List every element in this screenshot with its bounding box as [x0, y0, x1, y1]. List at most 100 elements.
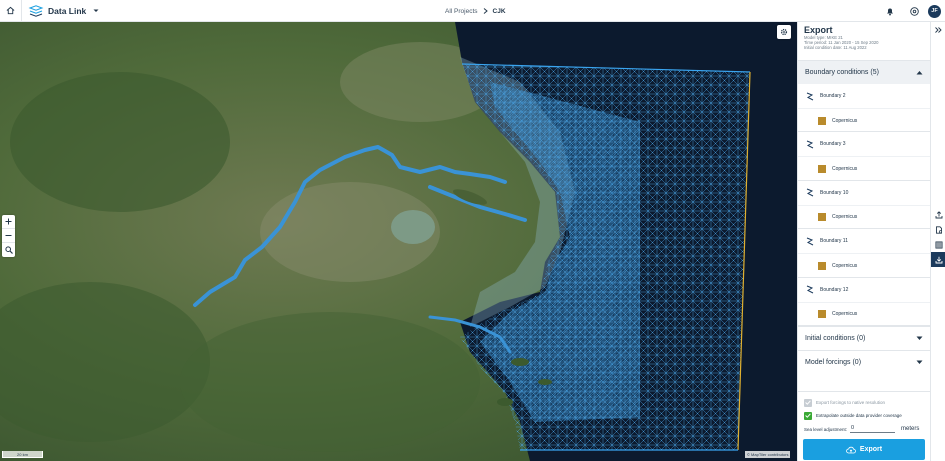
boundary-line-icon: [806, 140, 814, 149]
initial-condition-date: Initial condition date: 11 Aug 2022: [804, 45, 867, 51]
export-tool-button[interactable]: [931, 252, 945, 267]
boundary-line-icon: [806, 92, 814, 100]
export-panel: Export Model type: MIKE 21 Time period: …: [797, 22, 931, 461]
boundary-row[interactable]: Boundary 11: [798, 229, 930, 253]
list-item: Boundary 10 Copernicus: [798, 181, 930, 230]
map-settings-button[interactable]: [777, 25, 791, 39]
right-toolbar: [930, 22, 945, 461]
help-button[interactable]: [902, 0, 926, 22]
breadcrumb-all-projects[interactable]: All Projects: [445, 8, 478, 15]
sea-level-label: Sea level adjustment:: [804, 426, 848, 432]
app-name: Data Link: [48, 5, 87, 16]
model-forcings-label: Model forcings (0): [805, 359, 862, 366]
boundary-row[interactable]: Boundary 2: [798, 84, 930, 108]
chevron-down-icon: [916, 360, 923, 364]
boundary-conditions-label: Boundary conditions (5): [805, 69, 879, 76]
export-options: Export forcings to native resolution Ext…: [798, 391, 931, 461]
map-attribution[interactable]: © MapTiler contributors: [745, 451, 791, 458]
boundary-line-icon: [806, 188, 814, 197]
bell-icon: [887, 8, 893, 15]
gear-icon: [780, 28, 788, 36]
chevron-up-icon: [916, 71, 923, 75]
stack-icon: [935, 241, 943, 249]
data-source-label: Copernicus: [832, 165, 858, 172]
data-source-row[interactable]: Copernicus: [798, 253, 930, 277]
grid-icon: [818, 116, 826, 125]
collapse-panel-button[interactable]: [931, 22, 945, 37]
initial-conditions-header[interactable]: Initial conditions (0): [798, 326, 930, 350]
boundary-label: Boundary 2: [820, 93, 846, 99]
satellite-map: [0, 22, 797, 461]
avatar[interactable]: JF: [928, 4, 941, 18]
chevron-down-icon: [916, 336, 923, 340]
list-item: Boundary 12 Copernicus: [798, 278, 930, 326]
sea-level-input[interactable]: 0: [850, 425, 896, 433]
boundary-row[interactable]: Boundary 3: [798, 132, 930, 156]
extrapolate-option: Extrapolate outside data provider covera…: [798, 409, 931, 422]
zoom-out-button[interactable]: [2, 229, 15, 243]
native-resolution-option: Export forcings to native resolution: [798, 396, 931, 409]
zoom-controls: [2, 215, 15, 257]
grid-icon: [818, 164, 826, 173]
data-source-row[interactable]: Copernicus: [798, 204, 930, 229]
boundary-list: Boundary 2 Copernicus Boundary 3 Coperni…: [798, 84, 930, 326]
notifications-button[interactable]: [878, 0, 902, 22]
grid-icon: [818, 310, 826, 319]
boundary-label: Boundary 12: [820, 286, 849, 293]
native-resolution-checkbox[interactable]: [804, 398, 812, 407]
sea-level-unit: meters: [901, 426, 920, 432]
grid-icon: [818, 261, 826, 270]
scale-bar: 20 km: [2, 451, 43, 458]
map-view[interactable]: 20 km © MapTiler contributors: [0, 22, 797, 461]
list-item: Boundary 3 Copernicus: [798, 132, 930, 181]
zoom-search-icon: [4, 246, 13, 254]
top-bar: Data Link All Projects CJK JF: [0, 0, 945, 22]
boundary-label: Boundary 3: [820, 141, 846, 148]
data-source-row[interactable]: Copernicus: [798, 108, 930, 132]
home-icon: [6, 6, 15, 15]
check-icon: [805, 400, 811, 405]
boundary-label: Boundary 11: [820, 238, 848, 245]
file-settings-button[interactable]: [931, 222, 945, 237]
plus-icon: [5, 218, 12, 225]
export-button-label: Export: [859, 446, 883, 453]
check-icon: [805, 413, 811, 418]
upload-tool-button[interactable]: [931, 207, 945, 222]
breadcrumb-current-project: CJK: [492, 7, 506, 15]
zoom-extent-button[interactable]: [2, 243, 15, 257]
panel-header: Export Model type: MIKE 21 Time period: …: [798, 22, 930, 60]
data-link-logo-icon: [28, 4, 44, 17]
help-icon: [909, 6, 919, 16]
boundary-line-icon: [806, 237, 814, 246]
file-gear-icon: [935, 225, 942, 234]
boundary-row[interactable]: Boundary 12: [798, 278, 930, 302]
boundary-row[interactable]: Boundary 10: [798, 181, 930, 205]
app-switcher[interactable]: Data Link: [28, 4, 99, 17]
list-item: Boundary 2 Copernicus: [798, 84, 930, 133]
export-button[interactable]: Export: [803, 439, 925, 460]
upload-icon: [935, 210, 942, 218]
extrapolate-checkbox[interactable]: [804, 411, 812, 420]
model-forcings-header[interactable]: Model forcings (0): [798, 350, 930, 374]
zoom-in-button[interactable]: [2, 215, 15, 229]
list-item: Boundary 11 Copernicus: [798, 229, 930, 278]
double-chevron-right-icon: [935, 26, 942, 33]
chevron-down-icon: [93, 9, 99, 12]
initial-conditions-label: Initial conditions (0): [805, 335, 866, 342]
native-resolution-label: Export forcings to native resolution: [816, 400, 886, 405]
grid-icon: [818, 213, 826, 222]
data-source-label: Copernicus: [832, 311, 858, 318]
data-source-label: Copernicus: [832, 262, 858, 269]
data-source-label: Copernicus: [832, 117, 858, 124]
layers-button[interactable]: [931, 237, 945, 252]
cloud-upload-icon: [846, 446, 856, 453]
boundary-conditions-header[interactable]: Boundary conditions (5): [798, 60, 930, 84]
sea-level-row: Sea level adjustment: 0 meters: [798, 422, 931, 436]
chevron-right-icon: [483, 8, 488, 14]
data-source-row[interactable]: Copernicus: [798, 301, 930, 326]
extrapolate-label: Extrapolate outside data provider covera…: [816, 413, 902, 418]
home-button[interactable]: [0, 0, 22, 22]
lake: [391, 210, 435, 244]
minus-icon: [5, 235, 12, 236]
data-source-row[interactable]: Copernicus: [798, 156, 930, 180]
